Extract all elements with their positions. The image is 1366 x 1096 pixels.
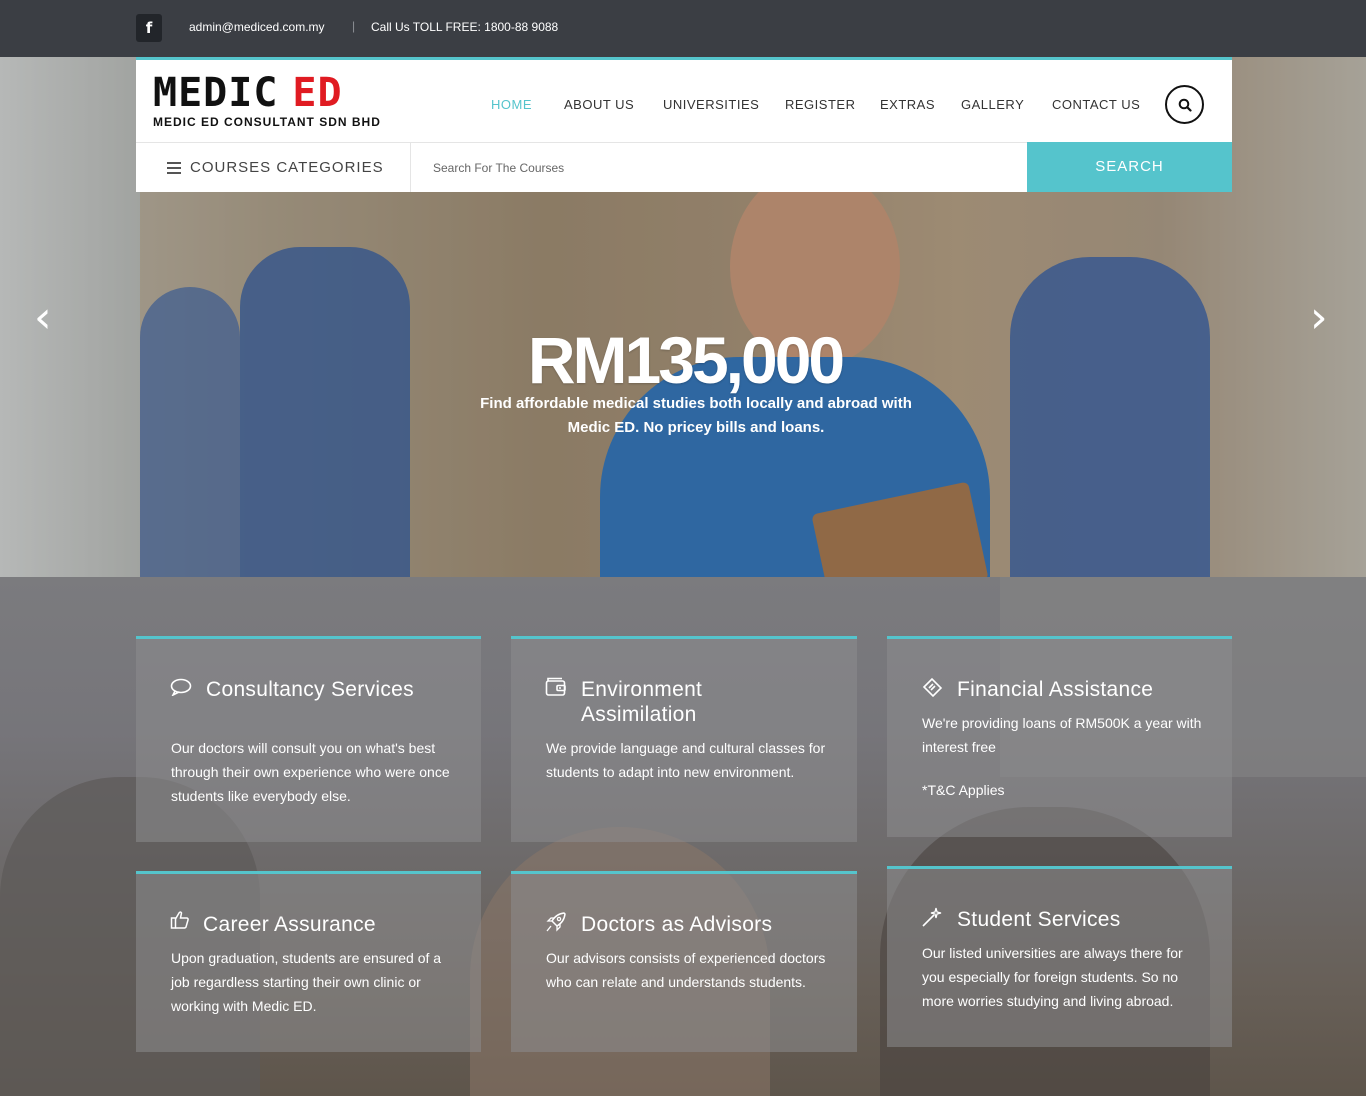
feature-card-consultancy: Consultancy Services Our doctors will co… (136, 636, 481, 842)
feature-body: We're providing loans of RM500K a year w… (922, 715, 1202, 755)
contact-phone: Call Us TOLL FREE: 1800-88 9088 (371, 20, 559, 34)
logo-text-left: MEDIC (153, 70, 279, 116)
search-button[interactable]: SEARCH (1027, 142, 1232, 192)
feature-card-student: Student Services Our listed universities… (887, 866, 1232, 1047)
logo[interactable]: MEDIC ED (153, 73, 343, 113)
search-icon[interactable] (1165, 85, 1204, 124)
feature-card-career: Career Assurance Upon graduation, studen… (136, 871, 481, 1052)
rocket-icon (545, 911, 567, 938)
logo-tagline: MEDIC ED CONSULTANT SDN BHD (153, 115, 381, 129)
feature-title: Career Assurance (203, 913, 376, 936)
course-search-input[interactable] (412, 143, 1026, 192)
feature-body: Our listed universities are always there… (922, 945, 1183, 1009)
nav-gallery[interactable]: GALLERY (961, 97, 1024, 112)
feature-title: Financial Assistance (957, 678, 1154, 701)
feature-title: Student Services (957, 908, 1121, 931)
wallet-icon (545, 677, 567, 702)
feature-title: Consultancy Services (206, 678, 414, 701)
contact-email[interactable]: admin@mediced.com.my (189, 20, 325, 34)
feature-body: Our doctors will consult you on what's b… (171, 740, 450, 804)
nav-universities[interactable]: UNIVERSITIES (663, 97, 759, 112)
courses-categories-label: COURSES CATEGORIES (190, 159, 384, 176)
logo-text-right: ED (292, 70, 343, 116)
nav-contact-us[interactable]: CONTACT US (1052, 97, 1140, 112)
facebook-icon[interactable]: f (136, 14, 162, 42)
feature-note: *T&C Applies (922, 782, 1005, 798)
hero-title: RM135,000 (527, 323, 845, 397)
feature-card-financial: Financial Assistance We're providing loa… (887, 636, 1232, 837)
feature-title: Doctors as Advisors (581, 913, 773, 936)
nav-register[interactable]: REGISTER (785, 97, 855, 112)
top-bar: f admin@mediced.com.my | Call Us TOLL FR… (0, 0, 1366, 57)
nav-home[interactable]: HOME (491, 97, 532, 112)
ticket-icon (921, 677, 943, 702)
site-header: MEDIC ED MEDIC ED CONSULTANT SDN BHD HOME… (136, 57, 1232, 192)
feature-title: Environment Assimilation (581, 678, 703, 726)
chat-bubble-icon (170, 678, 192, 701)
feature-body: Our advisors consists of experienced doc… (546, 950, 826, 990)
magic-wand-icon (921, 906, 943, 933)
thumbs-up-icon (170, 910, 190, 935)
topbar-separator: | (352, 19, 356, 33)
courses-categories-button[interactable]: COURSES CATEGORIES (136, 143, 411, 192)
feature-body: Upon graduation, students are ensured of… (171, 950, 442, 1014)
feature-card-environment: Environment Assimilation We provide lang… (511, 636, 857, 842)
hero-subtitle: Find affordable medical studies both loc… (480, 395, 912, 436)
feature-card-doctors: Doctors as Advisors Our advisors consist… (511, 871, 857, 1052)
hamburger-icon (167, 162, 181, 177)
nav-extras[interactable]: EXTRAS (880, 97, 935, 112)
feature-body: We provide language and cultural classes… (546, 740, 826, 780)
nav-about-us[interactable]: ABOUT US (564, 97, 634, 112)
